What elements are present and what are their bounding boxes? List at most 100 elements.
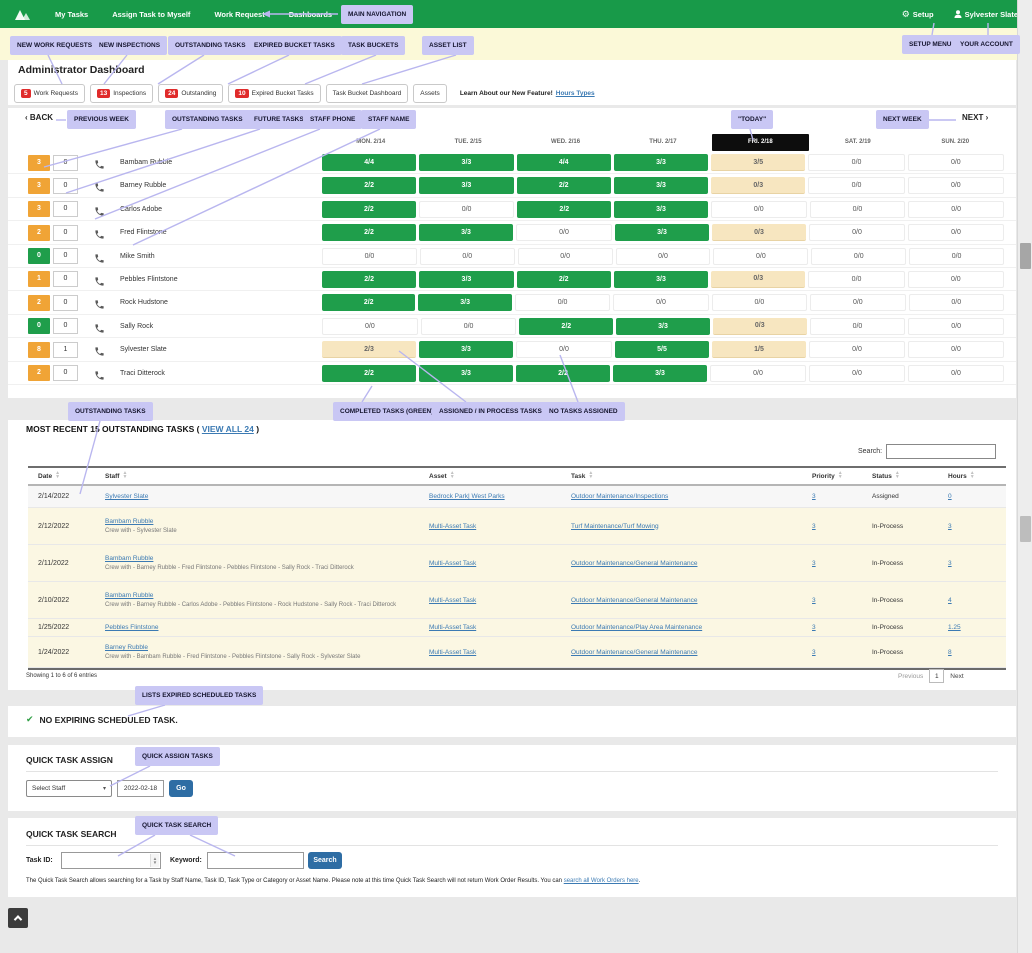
staff-link[interactable]: Bambam Rubble [105, 555, 153, 562]
schedule-cell-inprocess[interactable]: 0/3 [712, 224, 806, 241]
schedule-cell-none[interactable]: 0/0 [908, 201, 1004, 218]
staff-select[interactable]: Select Staff ▾ [26, 780, 112, 797]
phone-icon[interactable] [94, 274, 105, 285]
task-link[interactable]: Outdoor Maintenance/Inspections [571, 493, 668, 500]
hours-link[interactable]: 8 [948, 649, 952, 656]
scrollbar-thumb[interactable] [1020, 243, 1031, 269]
work-orders-link[interactable]: search all Work Orders here [564, 878, 639, 884]
next-button[interactable]: NEXT › [962, 113, 988, 122]
nav-item-dashboards[interactable]: Dashboards [289, 10, 332, 19]
scrollbar-thumb-secondary[interactable] [1020, 516, 1031, 542]
schedule-cell-done[interactable]: 3/3 [614, 271, 708, 288]
pagination-previous[interactable]: Previous [898, 673, 923, 680]
back-to-top-button[interactable] [8, 908, 28, 928]
schedule-cell-none[interactable]: 0/0 [908, 318, 1004, 335]
schedule-cell-done[interactable]: 4/4 [322, 154, 416, 171]
asset-link[interactable]: Multi-Asset Task [429, 523, 476, 530]
schedule-cell-done[interactable]: 3/3 [613, 365, 707, 382]
schedule-cell-done[interactable]: 2/2 [322, 201, 416, 218]
schedule-cell-inprocess[interactable]: 3/5 [711, 154, 805, 171]
schedule-cell-done[interactable]: 2/2 [322, 365, 416, 382]
sort-icon[interactable]: ▲▼ [895, 472, 900, 479]
page-scrollbar-track[interactable] [1017, 0, 1032, 953]
schedule-cell-done[interactable]: 2/2 [322, 177, 416, 194]
schedule-cell-none[interactable]: 0/0 [516, 224, 612, 241]
column-header-asset[interactable]: Asset▲▼ [429, 472, 571, 479]
asset-link[interactable]: Multi-Asset Task [429, 560, 476, 567]
outstanding-count-badge[interactable]: 3 [28, 201, 50, 217]
schedule-cell-none[interactable]: 0/0 [419, 201, 515, 218]
schedule-cell-done[interactable]: 3/3 [419, 341, 513, 358]
hours-link[interactable]: 3 [948, 560, 952, 567]
schedule-cell-none[interactable]: 0/0 [420, 248, 515, 265]
priority-link[interactable]: 3 [812, 597, 816, 604]
number-spinner-icon[interactable]: ▲▼ [150, 854, 159, 867]
schedule-cell-done[interactable]: 3/3 [615, 224, 709, 241]
schedule-cell-none[interactable]: 0/0 [712, 294, 807, 311]
priority-link[interactable]: 3 [812, 493, 816, 500]
schedule-cell-done[interactable]: 3/3 [616, 318, 710, 335]
schedule-cell-inprocess[interactable]: 0/3 [711, 177, 805, 194]
assign-date-input[interactable]: 2022-02-18 [117, 780, 164, 797]
schedule-cell-none[interactable]: 0/0 [713, 248, 808, 265]
schedule-cell-done[interactable]: 2/2 [516, 365, 610, 382]
column-header-hours[interactable]: Hours▲▼ [936, 472, 1006, 479]
schedule-cell-inprocess[interactable]: 0/3 [711, 271, 805, 288]
phone-icon[interactable] [94, 227, 105, 238]
schedule-cell-none[interactable]: 0/0 [515, 294, 610, 311]
schedule-cell-done[interactable]: 2/2 [517, 201, 611, 218]
column-header-staff[interactable]: Staff▲▼ [105, 472, 429, 479]
schedule-cell-done[interactable]: 2/2 [322, 271, 416, 288]
sort-icon[interactable]: ▲▼ [970, 472, 975, 479]
schedule-cell-done[interactable]: 3/3 [418, 294, 511, 311]
schedule-cell-none[interactable]: 0/0 [810, 318, 906, 335]
dashboard-badge-outstanding[interactable]: 24Outstanding [158, 84, 223, 103]
pagination-next[interactable]: Next [950, 673, 963, 680]
schedule-cell-none[interactable]: 0/0 [322, 248, 417, 265]
go-button[interactable]: Go [169, 780, 193, 797]
schedule-cell-done[interactable]: 3/3 [419, 365, 513, 382]
schedule-cell-done[interactable]: 2/2 [322, 224, 416, 241]
phone-icon[interactable] [94, 251, 105, 262]
staff-link[interactable]: Bambam Rubble [105, 592, 153, 599]
outstanding-count-badge[interactable]: 3 [28, 155, 50, 171]
outstanding-count-badge[interactable]: 1 [28, 271, 50, 287]
dashboard-badge-inspections[interactable]: 13Inspections [90, 84, 153, 103]
schedule-cell-none[interactable]: 0/0 [711, 201, 807, 218]
schedule-cell-none[interactable]: 0/0 [909, 248, 1004, 265]
asset-link[interactable]: Bedrock Park| West Parks [429, 493, 505, 500]
schedule-cell-none[interactable]: 0/0 [613, 294, 708, 311]
priority-link[interactable]: 3 [812, 523, 816, 530]
hours-link[interactable]: 1.25 [948, 624, 961, 631]
search-button[interactable]: Search [308, 852, 342, 869]
hours-link[interactable]: 3 [948, 523, 952, 530]
schedule-cell-none[interactable]: 0/0 [810, 294, 905, 311]
schedule-cell-done[interactable]: 3/3 [419, 224, 513, 241]
dashboard-badge-assets[interactable]: Assets [413, 84, 447, 103]
column-header-date[interactable]: Date▲▼ [38, 472, 105, 479]
schedule-cell-none[interactable]: 0/0 [908, 154, 1004, 171]
phone-icon[interactable] [94, 368, 105, 379]
outstanding-count-badge[interactable]: 3 [28, 178, 50, 194]
pagination-page-1[interactable]: 1 [929, 669, 944, 683]
schedule-cell-done[interactable]: 3/3 [614, 177, 708, 194]
task-link[interactable]: Outdoor Maintenance/General Maintenance [571, 597, 697, 604]
priority-link[interactable]: 3 [812, 649, 816, 656]
schedule-cell-none[interactable]: 0/0 [908, 341, 1004, 358]
schedule-cell-done[interactable]: 3/3 [419, 154, 513, 171]
phone-icon[interactable] [94, 157, 105, 168]
schedule-cell-done[interactable]: 3/3 [614, 154, 708, 171]
schedule-cell-none[interactable]: 0/0 [322, 318, 418, 335]
keyword-input[interactable] [207, 852, 304, 869]
schedule-cell-none[interactable]: 0/0 [808, 154, 904, 171]
schedule-cell-done[interactable]: 5/5 [615, 341, 709, 358]
schedule-cell-done[interactable]: 3/3 [419, 177, 513, 194]
outstanding-count-badge[interactable]: 2 [28, 225, 50, 241]
schedule-cell-done[interactable]: 2/2 [517, 271, 611, 288]
schedule-cell-done[interactable]: 2/2 [517, 177, 611, 194]
schedule-cell-done[interactable]: 3/3 [419, 271, 513, 288]
column-header-priority[interactable]: Priority▲▼ [800, 472, 872, 479]
schedule-cell-done[interactable]: 2/2 [322, 294, 415, 311]
schedule-cell-none[interactable]: 0/0 [808, 271, 904, 288]
schedule-cell-done[interactable]: 2/2 [519, 318, 613, 335]
